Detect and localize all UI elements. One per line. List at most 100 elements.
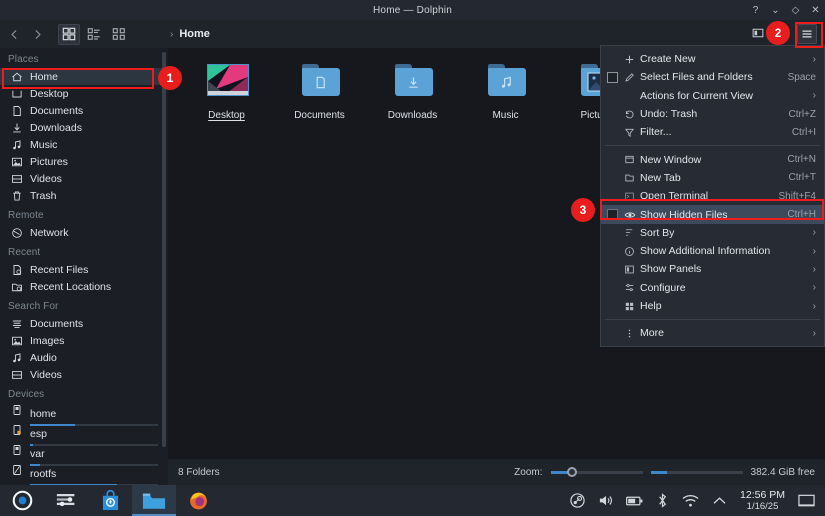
sidebar-heading-places: Places bbox=[0, 48, 168, 68]
menu-item-show-panels[interactable]: Show Panels › bbox=[601, 260, 824, 278]
menu-item-label: New Window bbox=[640, 154, 701, 166]
navigation-arrows bbox=[8, 28, 44, 41]
menu-item-configure[interactable]: Configure › bbox=[601, 279, 824, 297]
menu-item-actions-for-current-view[interactable]: Actions for Current View › bbox=[601, 87, 824, 105]
clock-date: 1/16/25 bbox=[740, 501, 785, 513]
menu-item-show-hidden-files[interactable]: Show Hidden Files Ctrl+H bbox=[601, 205, 824, 223]
device-label: var bbox=[30, 448, 45, 460]
battery-icon[interactable] bbox=[626, 495, 643, 507]
sidebar-scrollbar[interactable] bbox=[162, 52, 166, 447]
minimize-button[interactable]: ⌄ bbox=[770, 5, 781, 16]
wifi-icon[interactable] bbox=[682, 494, 699, 508]
sidebar-item-network[interactable]: Network bbox=[0, 224, 168, 241]
menu-item-shortcut: Shift+F4 bbox=[778, 191, 816, 202]
music-note-icon bbox=[10, 138, 23, 151]
menu-item-help[interactable]: Help › bbox=[601, 297, 824, 315]
file-item-music[interactable]: Music bbox=[459, 56, 552, 141]
app-settings-icon[interactable] bbox=[44, 485, 88, 516]
menu-item-create-new[interactable]: Create New › bbox=[601, 50, 824, 68]
sliders-icon bbox=[622, 282, 637, 293]
help-button[interactable]: ? bbox=[750, 5, 761, 16]
sidebar-device-home[interactable]: home bbox=[0, 403, 168, 423]
maximize-button[interactable]: ◇ bbox=[790, 5, 801, 16]
close-button[interactable]: ✕ bbox=[810, 5, 821, 16]
clock-widget[interactable]: 12:56 PM 1/16/25 bbox=[740, 489, 785, 513]
sidebar-item-home[interactable]: Home bbox=[0, 68, 168, 85]
menu-item-new-window[interactable]: New Window Ctrl+N bbox=[601, 150, 824, 168]
peek-desktop-icon[interactable] bbox=[798, 494, 815, 508]
menu-item-open-terminal[interactable]: Open Terminal Shift+F4 bbox=[601, 187, 824, 205]
dolphin-file-manager-icon[interactable] bbox=[132, 485, 176, 516]
menu-item-sort-by[interactable]: Sort By › bbox=[601, 224, 824, 242]
file-label: Downloads bbox=[388, 110, 437, 121]
sidebar-heading-search-for: Search For bbox=[0, 295, 168, 315]
sidebar-item-search-videos[interactable]: Videos bbox=[0, 366, 168, 383]
sidebar-item-recent-files[interactable]: Recent Files bbox=[0, 261, 168, 278]
sidebar-item-label: Home bbox=[30, 71, 58, 83]
menu-item-undo-trash[interactable]: Undo: Trash Ctrl+Z bbox=[601, 105, 824, 123]
taskbar: 12:56 PM 1/16/25 bbox=[0, 485, 825, 516]
sidebar-device-var[interactable]: var bbox=[0, 443, 168, 463]
bluetooth-icon[interactable] bbox=[656, 493, 669, 508]
sidebar-item-label: Music bbox=[30, 139, 57, 151]
sidebar-item-search-audio[interactable]: Audio bbox=[0, 349, 168, 366]
menu-item-label: New Tab bbox=[640, 172, 681, 184]
discover-store-icon[interactable] bbox=[88, 485, 132, 516]
breadcrumb-item-home[interactable]: Home bbox=[179, 28, 210, 40]
back-icon[interactable] bbox=[8, 28, 21, 41]
menu-item-more[interactable]: More › bbox=[601, 324, 824, 342]
volume-icon[interactable] bbox=[598, 493, 613, 508]
submenu-arrow-icon: › bbox=[805, 264, 816, 275]
window-title: Home — Dolphin bbox=[373, 5, 452, 16]
download-icon bbox=[10, 121, 23, 134]
chevron-up-icon[interactable] bbox=[712, 495, 727, 506]
details-view-button[interactable] bbox=[83, 24, 105, 45]
sidebar-item-documents[interactable]: Documents bbox=[0, 102, 168, 119]
menu-item-shortcut: Ctrl+I bbox=[792, 127, 816, 138]
folder-count-label: 8 Folders bbox=[178, 467, 220, 478]
sidebar-item-search-documents[interactable]: Documents bbox=[0, 315, 168, 332]
sidebar-item-recent-locations[interactable]: Recent Locations bbox=[0, 278, 168, 295]
menu-item-new-tab[interactable]: New Tab Ctrl+T bbox=[601, 169, 824, 187]
sidebar-item-desktop[interactable]: Desktop bbox=[0, 85, 168, 102]
sidebar-item-label: Pictures bbox=[30, 156, 68, 168]
sidebar-item-pictures[interactable]: Pictures bbox=[0, 153, 168, 170]
sidebar-device-rootfs[interactable]: rootfs bbox=[0, 463, 168, 483]
annotation-badge-1: 1 bbox=[158, 66, 182, 90]
free-space-bar[interactable] bbox=[651, 467, 743, 477]
menu-item-label: Sort By bbox=[640, 227, 674, 239]
submenu-arrow-icon: › bbox=[805, 90, 816, 101]
zoom-slider[interactable] bbox=[551, 467, 643, 477]
wallpaper-thumbnail bbox=[203, 62, 251, 104]
sidebar-item-music[interactable]: Music bbox=[0, 136, 168, 153]
menu-checkbox[interactable] bbox=[607, 209, 618, 220]
menu-item-show-additional-information[interactable]: Show Additional Information › bbox=[601, 242, 824, 260]
file-label: Documents bbox=[294, 110, 345, 121]
file-item-desktop[interactable]: Desktop bbox=[180, 56, 273, 141]
sidebar-device-esp[interactable]: esp bbox=[0, 423, 168, 443]
sidebar-item-downloads[interactable]: Downloads bbox=[0, 119, 168, 136]
sidebar-item-videos[interactable]: Videos bbox=[0, 170, 168, 187]
filter-icon bbox=[622, 127, 637, 138]
sidebar-item-label: Videos bbox=[30, 173, 62, 185]
forward-icon[interactable] bbox=[31, 28, 44, 41]
sidebar-heading-recent: Recent bbox=[0, 241, 168, 261]
steam-icon[interactable] bbox=[570, 493, 585, 508]
compact-view-button[interactable] bbox=[108, 24, 130, 45]
icons-view-button[interactable] bbox=[58, 24, 80, 45]
window-controls: ? ⌄ ◇ ✕ bbox=[750, 0, 821, 20]
file-item-downloads[interactable]: Downloads bbox=[366, 56, 459, 141]
menu-button[interactable] bbox=[797, 24, 817, 44]
kde-launcher-icon[interactable] bbox=[0, 485, 44, 516]
file-label: Desktop bbox=[208, 110, 245, 121]
firefox-icon[interactable] bbox=[176, 485, 220, 516]
file-item-documents[interactable]: Documents bbox=[273, 56, 366, 141]
breadcrumb[interactable]: › Home bbox=[170, 28, 210, 40]
drive-root-icon bbox=[10, 463, 23, 476]
menu-item-label: Show Hidden Files bbox=[640, 209, 728, 221]
menu-item-select-files-and-folders[interactable]: Select Files and Folders Space bbox=[601, 68, 824, 86]
sidebar-item-trash[interactable]: Trash bbox=[0, 187, 168, 204]
menu-checkbox[interactable] bbox=[607, 72, 618, 83]
menu-item-filter[interactable]: Filter... Ctrl+I bbox=[601, 123, 824, 141]
sidebar-item-search-images[interactable]: Images bbox=[0, 332, 168, 349]
